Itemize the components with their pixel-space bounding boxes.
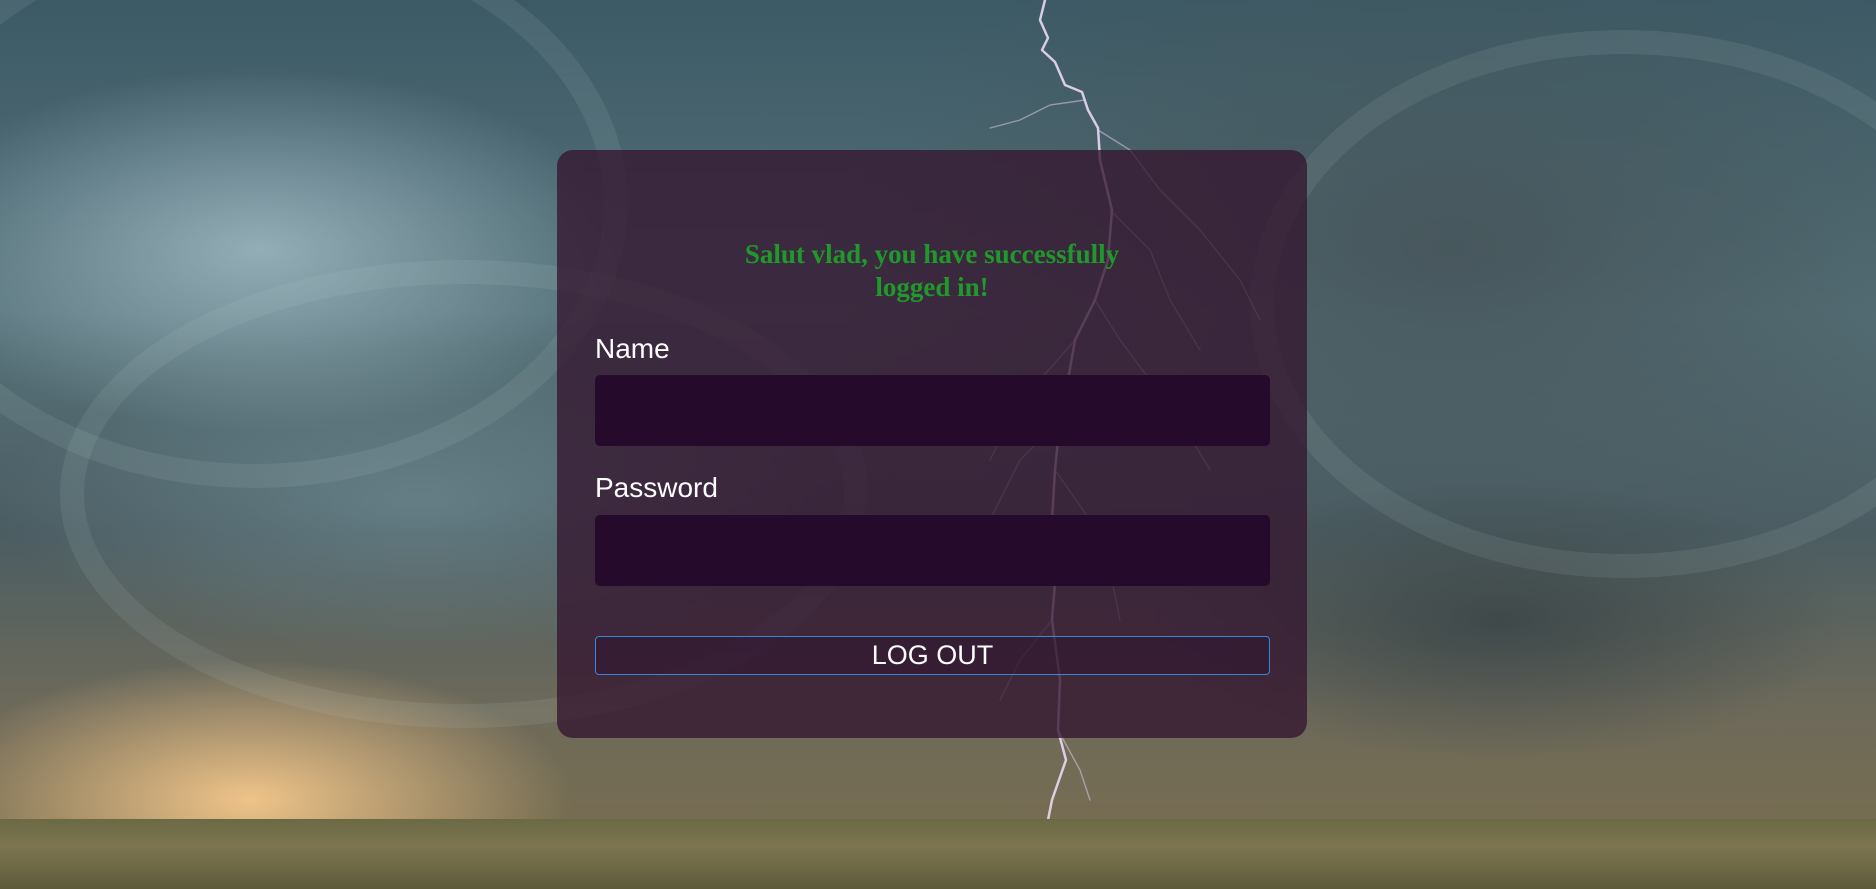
password-input[interactable]: [595, 515, 1270, 586]
name-label: Name: [595, 333, 670, 364]
prairie-ground: [0, 819, 1876, 889]
cloud-swirl: [1250, 30, 1876, 578]
logout-button[interactable]: LOG OUT: [595, 636, 1270, 675]
password-label: Password: [595, 472, 718, 503]
storm-background: Salut vlad, you have successfully logged…: [0, 0, 1876, 889]
success-message: Salut vlad, you have successfully logged…: [744, 239, 1120, 302]
login-card: Salut vlad, you have successfully logged…: [557, 150, 1307, 738]
name-input[interactable]: [595, 375, 1270, 446]
